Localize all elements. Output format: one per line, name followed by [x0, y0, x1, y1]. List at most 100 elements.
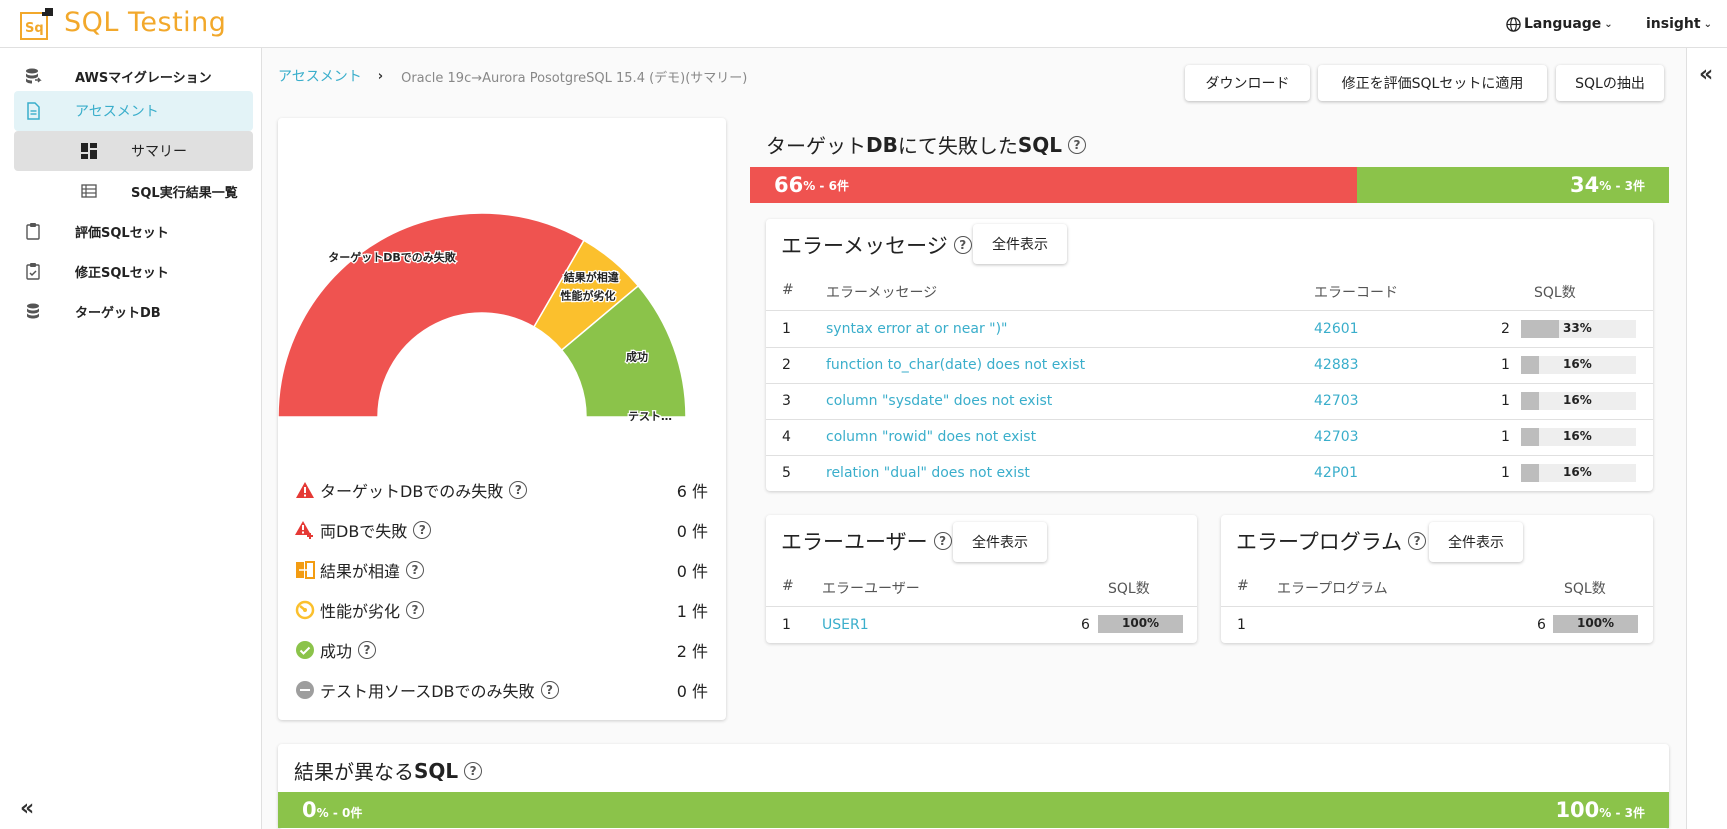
diff-sql-failed-group: 0% - 0件 — [302, 798, 362, 822]
legend-row: テスト用ソースDBでのみ失敗 ? 0 件 — [294, 675, 708, 705]
download-button[interactable]: ダウンロード — [1185, 65, 1310, 101]
error-user-link[interactable]: USER1 — [822, 617, 869, 633]
chart-slice-label: ターゲットDBでのみ失敗 — [328, 250, 457, 264]
summary-half-donut-chart: ターゲットDBでのみ失敗結果が相違性能が劣化成功テスト… — [278, 212, 687, 424]
col-header-number: # — [1237, 578, 1249, 594]
top-bar: Sq SQL Testing Language ⌄ insight ⌄ — [0, 0, 1727, 48]
language-menu[interactable]: Language ⌄ — [1506, 16, 1613, 32]
row-number: 2 — [782, 357, 791, 373]
summary-card: ターゲットDBでのみ失敗 結果が相違 性能が劣化 成功 テスト… ターゲットDBでのみ失… — [278, 118, 726, 720]
error-messages-title: エラーメッセージ ? — [781, 230, 972, 260]
error-message-link[interactable]: relation "dual" does not exist — [826, 465, 1030, 481]
help-icon[interactable]: ? — [1408, 532, 1427, 550]
error-code-link[interactable]: 42703 — [1314, 393, 1359, 409]
percent-bar: 16% — [1521, 428, 1636, 446]
help-icon[interactable]: ? — [358, 641, 377, 659]
error-users-card: エラーユーザー ? 全件表示 # エラーユーザー SQL数 1 USER1 6 … — [766, 515, 1197, 643]
error-code-link[interactable]: 42601 — [1314, 321, 1359, 337]
error-messages-show-all-button[interactable]: 全件表示 — [973, 224, 1067, 264]
error-code-link[interactable]: 42883 — [1314, 357, 1359, 373]
col-header-sql-count: SQL数 — [1108, 581, 1150, 597]
col-header-sql-count: SQL数 — [1564, 581, 1606, 597]
sql-count: 1 — [1501, 465, 1510, 481]
sidebar-item-fix-sqlset[interactable]: 修正SQLセット — [14, 251, 253, 291]
user-label: insight — [1646, 16, 1701, 32]
table-list-icon — [81, 184, 97, 198]
breadcrumb-root-link[interactable]: アセスメント — [278, 66, 362, 86]
legend-row: 両DBで失敗 ? 0 件 — [294, 515, 708, 545]
language-label: Language — [1524, 16, 1602, 32]
dashboard-icon — [81, 143, 97, 159]
sidebar-item-label: 修正SQLセット — [75, 265, 169, 281]
legend-label: テスト用ソースDBでのみ失敗 — [320, 682, 535, 701]
sidebar: AWSマイグレーション アセスメント サマリー SQL実行結果一覧 評価SQLセ… — [0, 48, 262, 829]
chart-slice-label: 結果が相違 — [564, 270, 619, 284]
percent-bar-fill — [1521, 356, 1540, 374]
percent-bar: 100% — [1553, 615, 1638, 633]
document-icon — [27, 102, 40, 120]
error-message-link[interactable]: column "rowid" does not exist — [826, 429, 1036, 445]
check-circle-icon — [294, 639, 316, 661]
apply-fix-button[interactable]: 修正を評価SQLセットに適用 — [1318, 65, 1547, 101]
sidebar-item-summary[interactable]: サマリー — [14, 131, 253, 171]
error-programs-show-all-button[interactable]: 全件表示 — [1429, 522, 1523, 562]
help-icon[interactable]: ? — [953, 236, 972, 254]
error-users-show-all-button[interactable]: 全件表示 — [953, 522, 1047, 562]
help-icon[interactable]: ? — [540, 681, 559, 699]
percent-label: 16% — [1563, 465, 1592, 479]
help-icon[interactable]: ? — [464, 761, 483, 780]
percent-label: 16% — [1563, 429, 1592, 443]
error-message-link[interactable]: function to_char(date) does not exist — [826, 357, 1085, 373]
col-header-user: エラーユーザー — [822, 581, 920, 597]
error-message-link[interactable]: column "sysdate" does not exist — [826, 393, 1052, 409]
error-code-link[interactable]: 42703 — [1314, 429, 1359, 445]
percent-bar: 16% — [1521, 356, 1636, 374]
chevron-down-icon: ⌄ — [1703, 18, 1712, 30]
legend-row: 成功 ? 2 件 — [294, 635, 708, 665]
legend-count: 2 件 — [676, 642, 708, 661]
percent-bar-fill — [1521, 392, 1540, 410]
right-panel-collapse-icon[interactable]: « — [1699, 62, 1713, 87]
sidebar-item-label: SQL実行結果一覧 — [131, 185, 238, 201]
sql-count: 6 — [1537, 617, 1546, 633]
chart-slice[interactable] — [278, 212, 586, 418]
extract-sql-button[interactable]: SQLの抽出 — [1556, 65, 1664, 101]
chart-slice-label: テスト… — [628, 410, 672, 423]
sidebar-item-label: 評価SQLセット — [75, 225, 169, 241]
percent-label: 16% — [1563, 357, 1592, 371]
sidebar-item-aws-migration[interactable]: AWSマイグレーション — [14, 56, 253, 96]
sidebar-item-label: AWSマイグレーション — [75, 70, 212, 86]
legend-row: 性能が劣化 ? 1 件 — [294, 595, 708, 625]
help-icon[interactable]: ? — [509, 481, 528, 499]
help-icon[interactable]: ? — [406, 601, 425, 619]
help-icon[interactable]: ? — [406, 561, 425, 579]
diff-sql-card: 結果が異なる SQL ? 0% - 0件 100% - 3件 — [278, 744, 1669, 829]
help-icon[interactable]: ? — [413, 521, 432, 539]
cloud-migration-icon — [26, 68, 42, 84]
col-header-code: エラーコード — [1314, 285, 1398, 301]
col-header-number: # — [782, 282, 794, 298]
sidebar-collapse-icon[interactable]: « — [20, 796, 34, 821]
failed-segment: 66% - 6件 — [750, 167, 1357, 203]
sidebar-item-assessment[interactable]: アセスメント — [14, 91, 253, 131]
legend-label: 性能が劣化 — [320, 602, 401, 621]
row-divider — [766, 455, 1653, 456]
sidebar-item-sql-results[interactable]: SQL実行結果一覧 — [14, 171, 253, 211]
col-header-program: エラープログラム — [1277, 581, 1388, 597]
error-messages-title-text: エラーメッセージ — [781, 234, 948, 258]
help-icon[interactable]: ? — [933, 532, 952, 550]
user-menu[interactable]: insight ⌄ — [1646, 16, 1712, 32]
warning-plus-icon — [294, 519, 316, 541]
percent-label: 100% — [1577, 616, 1615, 630]
row-number: 4 — [782, 429, 791, 445]
help-icon[interactable]: ? — [1068, 135, 1087, 154]
globe-icon — [1506, 16, 1521, 32]
legend-count: 0 件 — [676, 682, 708, 701]
sidebar-item-target-db[interactable]: ターゲットDB — [14, 291, 253, 331]
sidebar-item-eval-sqlset[interactable]: 評価SQLセット — [14, 211, 253, 251]
error-code-link[interactable]: 42P01 — [1314, 465, 1358, 481]
chart-slice-label: 成功 — [626, 350, 648, 364]
svg-text:Sq: Sq — [25, 21, 44, 36]
app-logo-icon: Sq — [20, 8, 53, 40]
error-message-link[interactable]: syntax error at or near ")" — [826, 321, 1008, 337]
